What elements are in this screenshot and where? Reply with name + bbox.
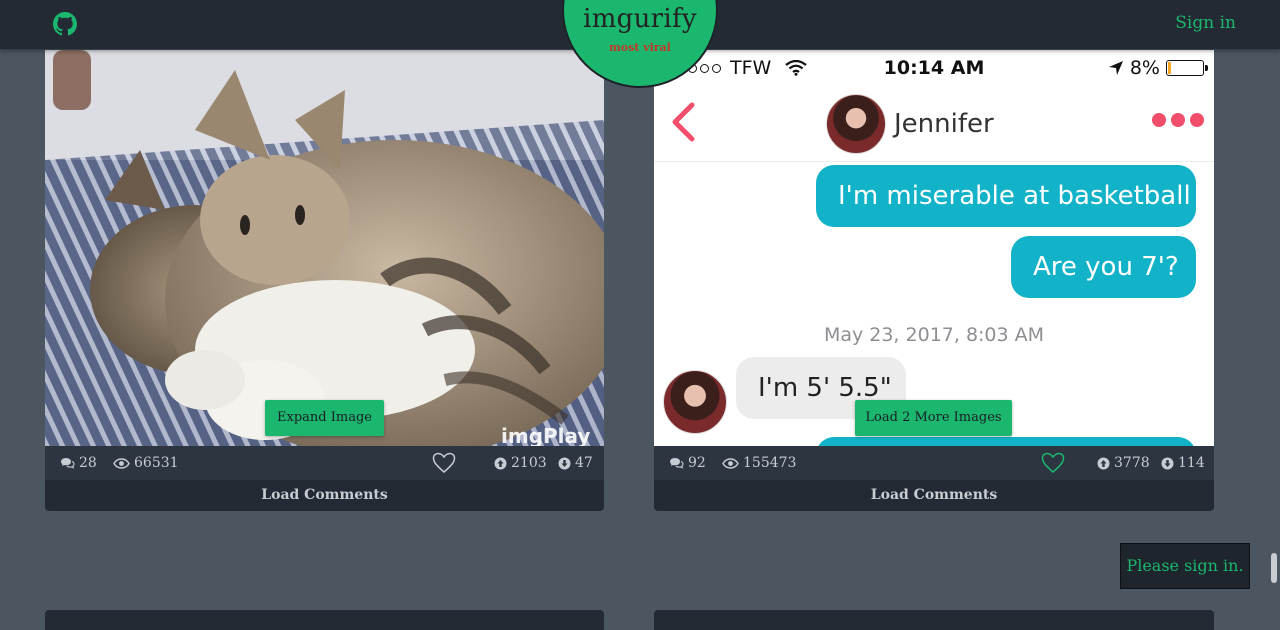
chat-timestamp: May 23, 2017, 8:03 AM bbox=[823, 324, 1045, 346]
load-comments-button[interactable]: Load Comments bbox=[45, 480, 604, 511]
upvote-icon bbox=[494, 457, 507, 469]
stats-bar: 92 155473 3778 114 bbox=[654, 446, 1214, 480]
downvote-value: 114 bbox=[1178, 455, 1205, 471]
next-post-card[interactable] bbox=[45, 610, 604, 630]
kittens-image: imgPlay bbox=[45, 50, 604, 446]
views-count: 66531 bbox=[113, 455, 179, 471]
next-post-card[interactable] bbox=[654, 610, 1214, 630]
back-chevron-icon[interactable] bbox=[670, 102, 696, 142]
downvote-icon bbox=[1161, 457, 1174, 469]
comments-icon bbox=[670, 457, 684, 469]
comments-count: 28 bbox=[60, 455, 97, 471]
more-options-icon[interactable] bbox=[1152, 113, 1204, 127]
sign-in-toast[interactable]: Please sign in. bbox=[1120, 543, 1250, 589]
message-bubble-out-partial bbox=[816, 437, 1196, 446]
sign-in-link[interactable]: Sign in bbox=[1175, 13, 1236, 33]
github-icon[interactable] bbox=[53, 12, 77, 36]
eye-icon bbox=[113, 457, 130, 469]
downvote-count[interactable]: 114 bbox=[1161, 455, 1205, 471]
message-bubble-out: I'm miserable at basketball bbox=[816, 165, 1196, 227]
downvote-icon bbox=[558, 457, 571, 469]
upvote-value: 3778 bbox=[1114, 455, 1150, 471]
logo-title: imgurify bbox=[583, 4, 697, 34]
post-card-kittens: imgPlay Expand Image 28 66531 2103 47 Lo… bbox=[45, 50, 604, 511]
upvote-count[interactable]: 2103 bbox=[494, 455, 547, 471]
heart-icon[interactable] bbox=[1041, 452, 1065, 474]
load-more-images-button[interactable]: Load 2 More Images bbox=[855, 400, 1012, 436]
scrollbar-thumb[interactable] bbox=[1271, 553, 1277, 583]
avatar[interactable] bbox=[826, 94, 886, 154]
chat-header: Jennifer bbox=[654, 88, 1214, 162]
avatar bbox=[663, 370, 727, 434]
views-value: 66531 bbox=[134, 455, 179, 471]
downvote-value: 47 bbox=[575, 455, 593, 471]
message-bubble-out: Are you 7'? bbox=[1011, 236, 1196, 298]
location-arrow-icon bbox=[1108, 61, 1123, 75]
battery-icon bbox=[1166, 60, 1208, 76]
phone-screenshot: TFW 10:14 AM 8% Jennifer I'm miserable a… bbox=[654, 50, 1214, 446]
post-image-chat[interactable]: TFW 10:14 AM 8% Jennifer I'm miserable a… bbox=[654, 50, 1214, 446]
upvote-count[interactable]: 3778 bbox=[1097, 455, 1150, 471]
post-image-kittens[interactable]: imgPlay bbox=[45, 50, 604, 446]
comments-count: 92 bbox=[669, 455, 706, 471]
battery-percent: 8% bbox=[1129, 57, 1160, 79]
logo-subtitle: most viral bbox=[609, 41, 671, 54]
stats-bar: 28 66531 2103 47 bbox=[45, 446, 604, 480]
views-count: 155473 bbox=[722, 455, 796, 471]
watermark: imgPlay bbox=[501, 424, 590, 446]
heart-icon[interactable] bbox=[432, 452, 456, 474]
comments-value: 28 bbox=[79, 455, 97, 471]
post-card-chat: TFW 10:14 AM 8% Jennifer I'm miserable a… bbox=[654, 50, 1214, 511]
upvote-value: 2103 bbox=[511, 455, 547, 471]
contact-name: Jennifer bbox=[894, 109, 994, 139]
eye-icon bbox=[722, 457, 739, 469]
comments-icon bbox=[61, 457, 75, 469]
downvote-count[interactable]: 47 bbox=[558, 455, 593, 471]
load-comments-button[interactable]: Load Comments bbox=[654, 480, 1214, 511]
status-right: 8% bbox=[1108, 57, 1208, 79]
upvote-icon bbox=[1097, 457, 1110, 469]
comments-value: 92 bbox=[688, 455, 706, 471]
views-value: 155473 bbox=[743, 455, 797, 471]
expand-image-button[interactable]: Expand Image bbox=[265, 400, 384, 436]
